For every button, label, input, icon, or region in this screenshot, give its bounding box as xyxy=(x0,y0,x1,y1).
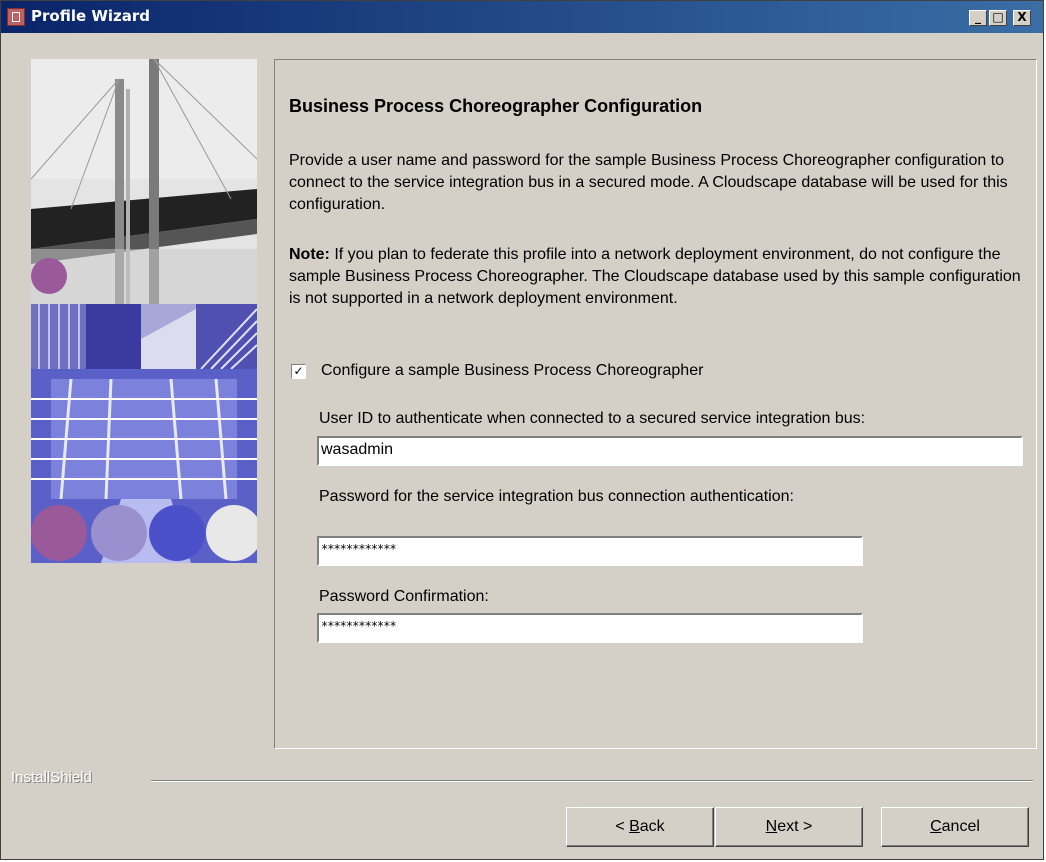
content-panel: Business Process Choreographer Configura… xyxy=(274,59,1037,749)
note-body: If you plan to federate this profile int… xyxy=(289,246,1021,307)
wizard-side-image xyxy=(31,59,257,563)
title-bar[interactable]: Profile Wizard _ □ X xyxy=(1,1,1043,33)
back-prefix: < xyxy=(615,818,630,835)
back-button[interactable]: < Back xyxy=(566,807,714,847)
cancel-mnemonic: C xyxy=(930,818,942,835)
password-label: Password for the service integration bus… xyxy=(319,488,794,505)
password-confirm-label: Password Confirmation: xyxy=(319,588,489,605)
page-title: Business Process Choreographer Configura… xyxy=(289,96,703,116)
back-mnemonic: B xyxy=(629,818,640,835)
next-button[interactable]: Next > xyxy=(715,807,863,847)
configure-sample-label[interactable]: Configure a sample Business Process Chor… xyxy=(321,362,703,380)
description-text: Provide a user name and password for the… xyxy=(289,152,1008,213)
installshield-brand: InstallShield xyxy=(11,769,98,786)
window-title: Profile Wizard xyxy=(31,7,151,25)
password-field[interactable]: ************ xyxy=(317,536,863,566)
configure-sample-checkbox[interactable]: ✓ xyxy=(291,364,306,379)
next-rest: ext > xyxy=(777,818,813,835)
next-mnemonic: N xyxy=(765,818,778,835)
app-icon xyxy=(7,8,25,26)
minimize-button[interactable]: _ xyxy=(969,10,987,26)
note-text: Note: If you plan to federate this profi… xyxy=(289,244,1024,310)
note-label: Note: xyxy=(289,246,330,263)
password-confirm-field[interactable]: ************ xyxy=(317,613,863,643)
close-button[interactable]: X xyxy=(1013,10,1031,26)
profile-wizard-window: Profile Wizard _ □ X Business Process Ch… xyxy=(0,0,1044,860)
footer-divider xyxy=(151,780,1033,782)
back-rest: ack xyxy=(639,818,665,835)
maximize-button[interactable]: □ xyxy=(989,10,1007,26)
user-id-label: User ID to authenticate when connected t… xyxy=(319,410,866,427)
cancel-button[interactable]: Cancel xyxy=(881,807,1029,847)
user-id-field[interactable]: wasadmin xyxy=(317,436,1023,466)
cancel-rest: ancel xyxy=(941,818,980,835)
